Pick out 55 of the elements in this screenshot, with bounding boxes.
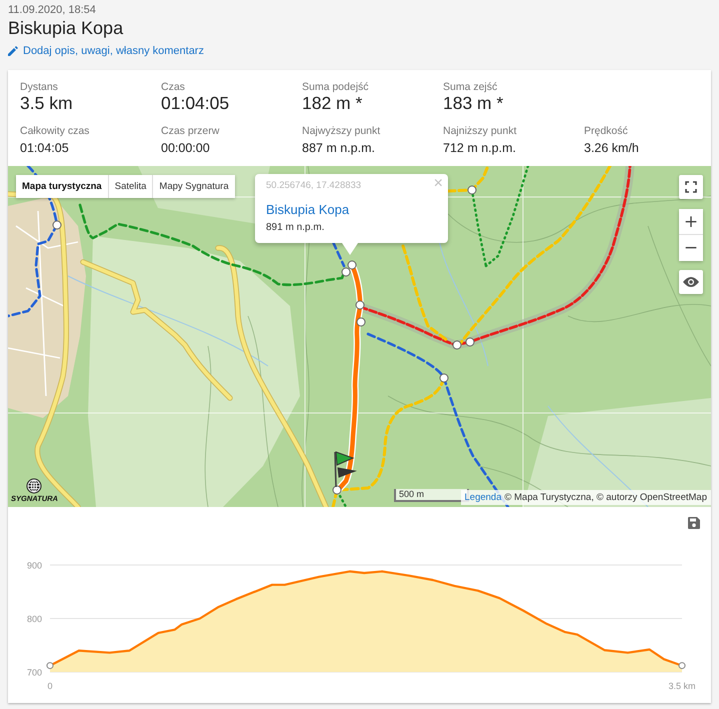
track-date: 11.09.2020, 18:54	[8, 3, 97, 17]
stat-label: Prędkość	[584, 125, 628, 137]
stat-label: Dystans	[20, 81, 58, 93]
start-flag-icon	[334, 451, 357, 488]
waypoint-marker	[466, 338, 474, 346]
waypoint-marker	[348, 260, 356, 270]
save-icon[interactable]	[688, 517, 700, 529]
popup-title-link[interactable]: Biskupia Kopa	[266, 201, 437, 219]
stat-label: Najniższy punkt	[443, 125, 517, 137]
waypoint-marker	[342, 268, 350, 276]
waypoint-marker	[440, 374, 448, 382]
stat-value: 712 m n.p.m.	[443, 140, 516, 156]
eye-icon	[683, 277, 699, 287]
waypoint-marker	[52, 220, 62, 230]
stat-value: 01:04:05	[161, 93, 230, 113]
stat-value: 00:00:00	[161, 140, 210, 156]
stat-label: Najwyższy punkt	[302, 125, 380, 137]
endpoint-marker	[678, 662, 686, 670]
map-layer-tab[interactable]: Satelita	[108, 175, 154, 198]
pencil-icon	[8, 46, 18, 56]
legend-link[interactable]: Legenda	[464, 491, 502, 504]
map-layer-tab[interactable]: Mapa turystyczna	[16, 175, 109, 198]
y-tick-label: 800	[26, 614, 42, 624]
stat-value: 182 m *	[302, 93, 362, 113]
stat-value: 01:04:05	[20, 140, 69, 156]
zoom-out-button[interactable]: −	[679, 235, 703, 261]
waypoint-marker	[356, 300, 364, 310]
fullscreen-button[interactable]	[679, 175, 703, 199]
globe-icon	[26, 478, 42, 494]
x-tick-label: 3.5 km	[668, 681, 696, 691]
track-title: Biskupia Kopa	[8, 17, 124, 39]
stat-label: Suma zejść	[443, 81, 498, 93]
y-tick-label: 700	[26, 668, 42, 678]
add-description-link[interactable]: Dodaj opis, uwagi, własny komentarz	[23, 44, 204, 58]
waypoint-marker	[452, 340, 462, 350]
stat-value: 887 m n.p.m.	[302, 140, 375, 156]
attribution-text: © Mapa Turystyczna, © autorzy OpenStreetMap	[504, 491, 707, 504]
endpoint-marker	[46, 662, 54, 670]
fullscreen-icon	[685, 181, 697, 193]
stat-label: Suma podejść	[302, 81, 369, 93]
waypoint-marker	[468, 186, 476, 194]
stat-label: Czas przerw	[161, 125, 220, 137]
stat-value: 183 m *	[443, 93, 504, 113]
waypoint-marker	[356, 318, 366, 326]
stat-value: 3.26 km/h	[584, 140, 639, 156]
stat-label: Czas	[161, 81, 185, 93]
popup-elevation: 891 m n.p.m.	[266, 222, 326, 234]
map-layer-tab[interactable]: Mapy Sygnatura	[153, 175, 235, 198]
y-tick-label: 900	[26, 560, 42, 570]
popup-coordinates: 50.256746, 17.428833	[266, 180, 362, 192]
visibility-button[interactable]	[679, 270, 703, 294]
x-tick-label: 0	[48, 681, 52, 691]
stat-label: Całkowity czas	[20, 125, 90, 137]
zoom-in-button[interactable]: +	[679, 209, 703, 235]
stat-value: 3.5 km	[20, 93, 73, 113]
